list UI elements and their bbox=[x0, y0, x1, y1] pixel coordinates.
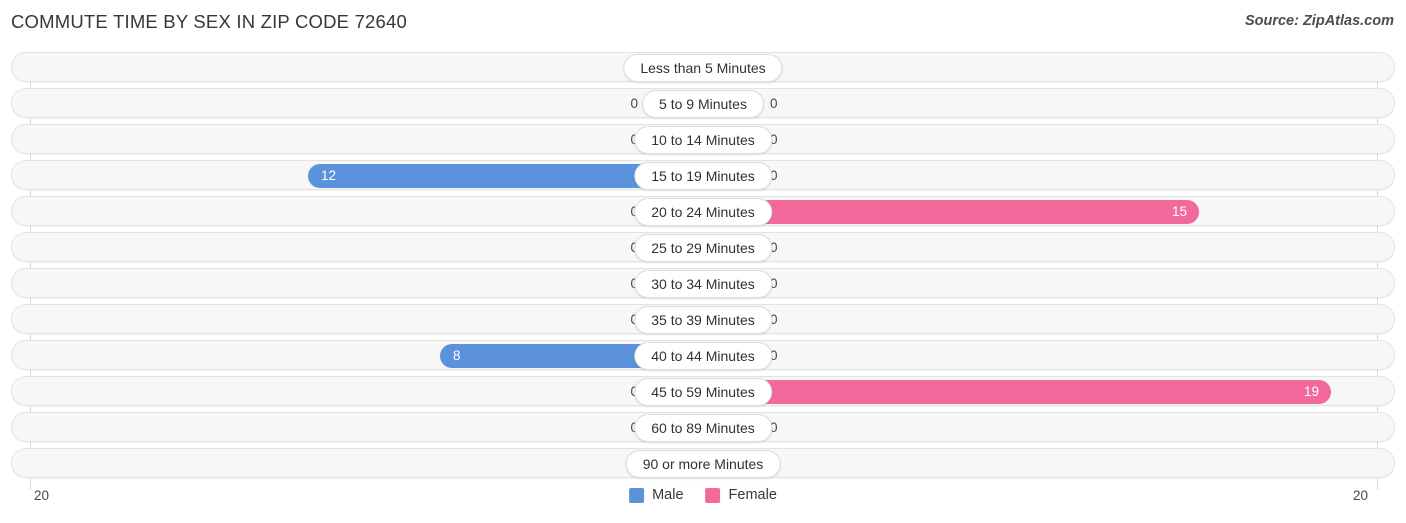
table-row[interactable]: 0 010 to 14 Minutes bbox=[11, 124, 1395, 154]
row-inner: 00Less than 5 Minutes bbox=[12, 53, 1394, 82]
female-value-label: 0 bbox=[770, 132, 778, 147]
female-value-label: 0 bbox=[770, 240, 778, 255]
category-label: 25 to 29 Minutes bbox=[634, 234, 772, 262]
row-inner: 0 15 20 to 24 Minutes bbox=[12, 197, 1394, 226]
female-value-label: 0 bbox=[770, 168, 778, 183]
female-bar[interactable] bbox=[704, 200, 1199, 224]
female-swatch-icon bbox=[705, 487, 721, 503]
category-label: 30 to 34 Minutes bbox=[634, 270, 772, 298]
category-label: 60 to 89 Minutes bbox=[634, 414, 772, 442]
male-value-label: 0 bbox=[588, 308, 638, 332]
legend-label-male: Male bbox=[652, 487, 684, 503]
female-value-label: 0 bbox=[770, 96, 778, 111]
page-title: COMMUTE TIME BY SEX IN ZIP CODE 72640 bbox=[11, 11, 408, 32]
table-row[interactable]: 0 030 to 34 Minutes bbox=[11, 268, 1395, 298]
row-inner: 8 0 40 to 44 Minutes bbox=[12, 341, 1394, 370]
table-row[interactable]: 0 060 to 89 Minutes bbox=[11, 412, 1395, 442]
chart-root: COMMUTE TIME BY SEX IN ZIP CODE 72640 So… bbox=[0, 0, 1406, 523]
category-label: 10 to 14 Minutes bbox=[634, 126, 772, 154]
legend-label-female: Female bbox=[728, 487, 777, 503]
table-row[interactable]: 0 15 20 to 24 Minutes bbox=[11, 196, 1395, 226]
row-inner: 0 025 to 29 Minutes bbox=[12, 233, 1394, 262]
female-value-label: 19 bbox=[1303, 384, 1319, 399]
axis-tick-left: 20 bbox=[34, 488, 50, 503]
male-value-label: 0 bbox=[588, 236, 638, 260]
row-inner: 0 010 to 14 Minutes bbox=[12, 125, 1394, 154]
row-inner: 0090 or more Minutes bbox=[12, 449, 1394, 478]
category-label: 45 to 59 Minutes bbox=[634, 378, 772, 406]
table-row[interactable]: 0 19 45 to 59 Minutes bbox=[11, 376, 1395, 406]
row-inner: 12 0 15 to 19 Minutes bbox=[12, 161, 1394, 190]
female-bar[interactable] bbox=[704, 380, 1331, 404]
male-value-label: 0 bbox=[588, 380, 638, 404]
male-value-label: 0 bbox=[588, 128, 638, 152]
category-label: Less than 5 Minutes bbox=[623, 54, 783, 82]
table-row[interactable]: 12 0 15 to 19 Minutes bbox=[11, 160, 1395, 190]
female-value-label: 0 bbox=[770, 420, 778, 435]
category-label: 90 or more Minutes bbox=[625, 450, 781, 478]
male-value-label: 0 bbox=[588, 200, 638, 224]
table-row[interactable]: 00Less than 5 Minutes bbox=[11, 52, 1395, 82]
row-inner: 0 060 to 89 Minutes bbox=[12, 413, 1394, 442]
male-value-label: 0 bbox=[630, 96, 638, 111]
female-value-label: 0 bbox=[770, 312, 778, 327]
legend-item-male[interactable]: Male bbox=[629, 487, 684, 503]
category-label: 5 to 9 Minutes bbox=[642, 90, 764, 118]
category-label: 40 to 44 Minutes bbox=[634, 342, 772, 370]
table-row[interactable]: 0090 or more Minutes bbox=[11, 448, 1395, 478]
row-inner: 0 0 5 to 9 Minutes bbox=[12, 89, 1394, 118]
table-row[interactable]: 8 0 40 to 44 Minutes bbox=[11, 340, 1395, 370]
female-value-label: 15 bbox=[1171, 204, 1187, 219]
source-attribution: Source: ZipAtlas.com bbox=[1244, 13, 1394, 29]
axis-tick-right: 20 bbox=[1352, 488, 1368, 503]
row-inner: 0 030 to 34 Minutes bbox=[12, 269, 1394, 298]
female-value-label: 0 bbox=[770, 276, 778, 291]
male-value-label: 12 bbox=[321, 168, 337, 183]
table-row[interactable]: 0 035 to 39 Minutes bbox=[11, 304, 1395, 334]
chart-plot-area: 00Less than 5 Minutes005 to 9 Minutes001… bbox=[11, 52, 1395, 490]
legend-item-female[interactable]: Female bbox=[705, 487, 777, 503]
category-label: 35 to 39 Minutes bbox=[634, 306, 772, 334]
row-inner: 0 19 45 to 59 Minutes bbox=[12, 377, 1394, 406]
table-row[interactable]: 0 0 5 to 9 Minutes bbox=[11, 88, 1395, 118]
chart-legend: Male Female bbox=[629, 487, 777, 503]
male-swatch-icon bbox=[629, 487, 645, 503]
male-value-label: 0 bbox=[588, 272, 638, 296]
category-label: 15 to 19 Minutes bbox=[634, 162, 772, 190]
category-label: 20 to 24 Minutes bbox=[634, 198, 772, 226]
male-value-label: 0 bbox=[588, 416, 638, 440]
table-row[interactable]: 0 025 to 29 Minutes bbox=[11, 232, 1395, 262]
female-value-label: 0 bbox=[770, 348, 778, 363]
male-value-label: 8 bbox=[453, 348, 461, 363]
row-inner: 0 035 to 39 Minutes bbox=[12, 305, 1394, 334]
